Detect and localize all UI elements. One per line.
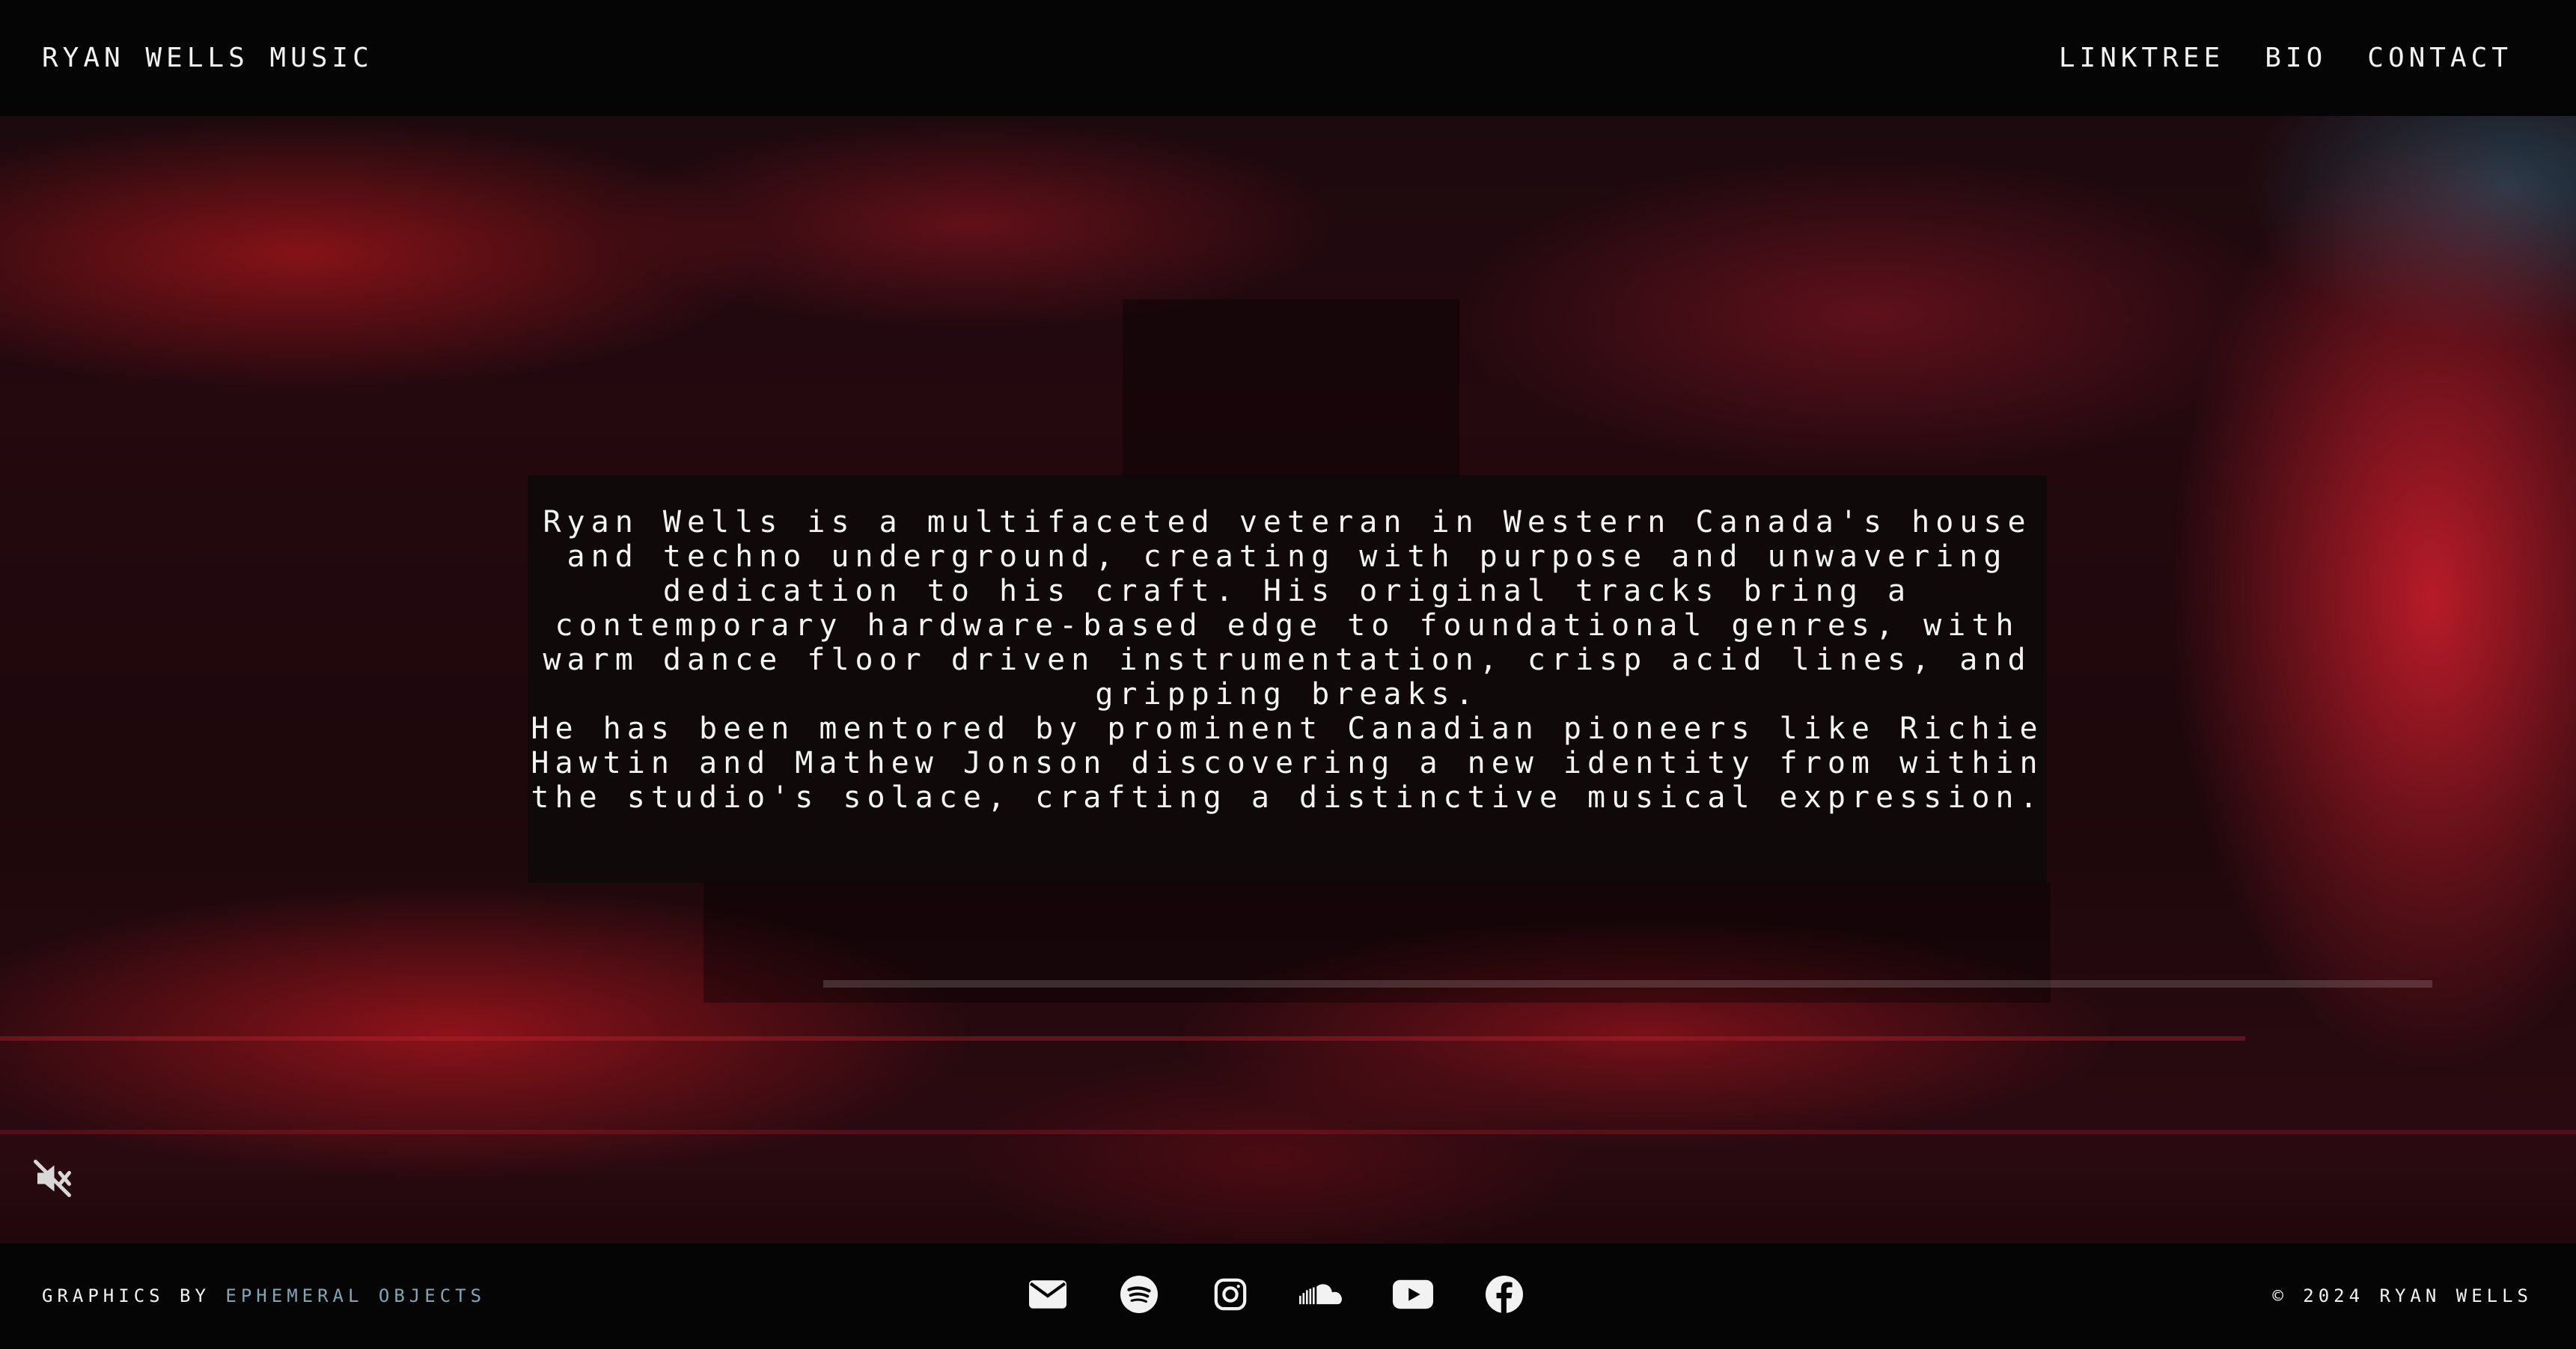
- email-icon: [1029, 1280, 1066, 1309]
- youtube-link[interactable]: [1391, 1272, 1435, 1317]
- site-footer: GRAPHICS BY EPHEMERAL OBJECTS © 2024 RYA…: [0, 1244, 2576, 1349]
- bio-paragraph: He has been mentored by prominent Canadi…: [531, 712, 2044, 815]
- facebook-icon: [1486, 1276, 1523, 1313]
- facebook-link[interactable]: [1482, 1272, 1527, 1317]
- nav-bio[interactable]: BIO: [2265, 42, 2327, 75]
- soundcloud-icon: [1299, 1284, 1342, 1305]
- background-streak: [823, 980, 2432, 988]
- volume-muted-icon: [34, 1160, 71, 1197]
- main-nav: LINKTREE BIO CONTACT: [2059, 42, 2512, 75]
- youtube-icon: [1393, 1279, 1433, 1309]
- bio-paragraph: Ryan Wells is a multifaceted veteran in …: [543, 505, 2032, 712]
- page: RYAN WELLS MUSIC LINKTREE BIO CONTACT Ry…: [0, 0, 2576, 1349]
- copyright-text: © 2024 RYAN WELLS: [2272, 1285, 2533, 1306]
- nav-linktree[interactable]: LINKTREE: [2059, 42, 2224, 75]
- bio-text: Ryan Wells is a multifaceted veteran in …: [528, 505, 2047, 815]
- mute-toggle-button[interactable]: [30, 1156, 75, 1201]
- soundcloud-link[interactable]: [1299, 1272, 1344, 1317]
- credits-prefix: GRAPHICS BY: [42, 1285, 210, 1306]
- credits-link[interactable]: EPHEMERAL OBJECTS: [225, 1285, 486, 1306]
- site-header: RYAN WELLS MUSIC LINKTREE BIO CONTACT: [0, 0, 2576, 116]
- instagram-icon: [1214, 1278, 1247, 1311]
- spotify-link[interactable]: [1117, 1272, 1162, 1317]
- graphics-credit: GRAPHICS BY EPHEMERAL OBJECTS: [42, 1285, 486, 1307]
- social-links: [1025, 1272, 1527, 1317]
- spotify-icon: [1120, 1276, 1158, 1313]
- instagram-link[interactable]: [1208, 1272, 1253, 1317]
- background-streak: [0, 1130, 2576, 1134]
- background-streak: [0, 1036, 2245, 1041]
- email-link[interactable]: [1025, 1272, 1070, 1317]
- background-shape: [1123, 299, 1459, 479]
- nav-contact[interactable]: CONTACT: [2367, 42, 2512, 75]
- brand-title[interactable]: RYAN WELLS MUSIC: [42, 42, 373, 75]
